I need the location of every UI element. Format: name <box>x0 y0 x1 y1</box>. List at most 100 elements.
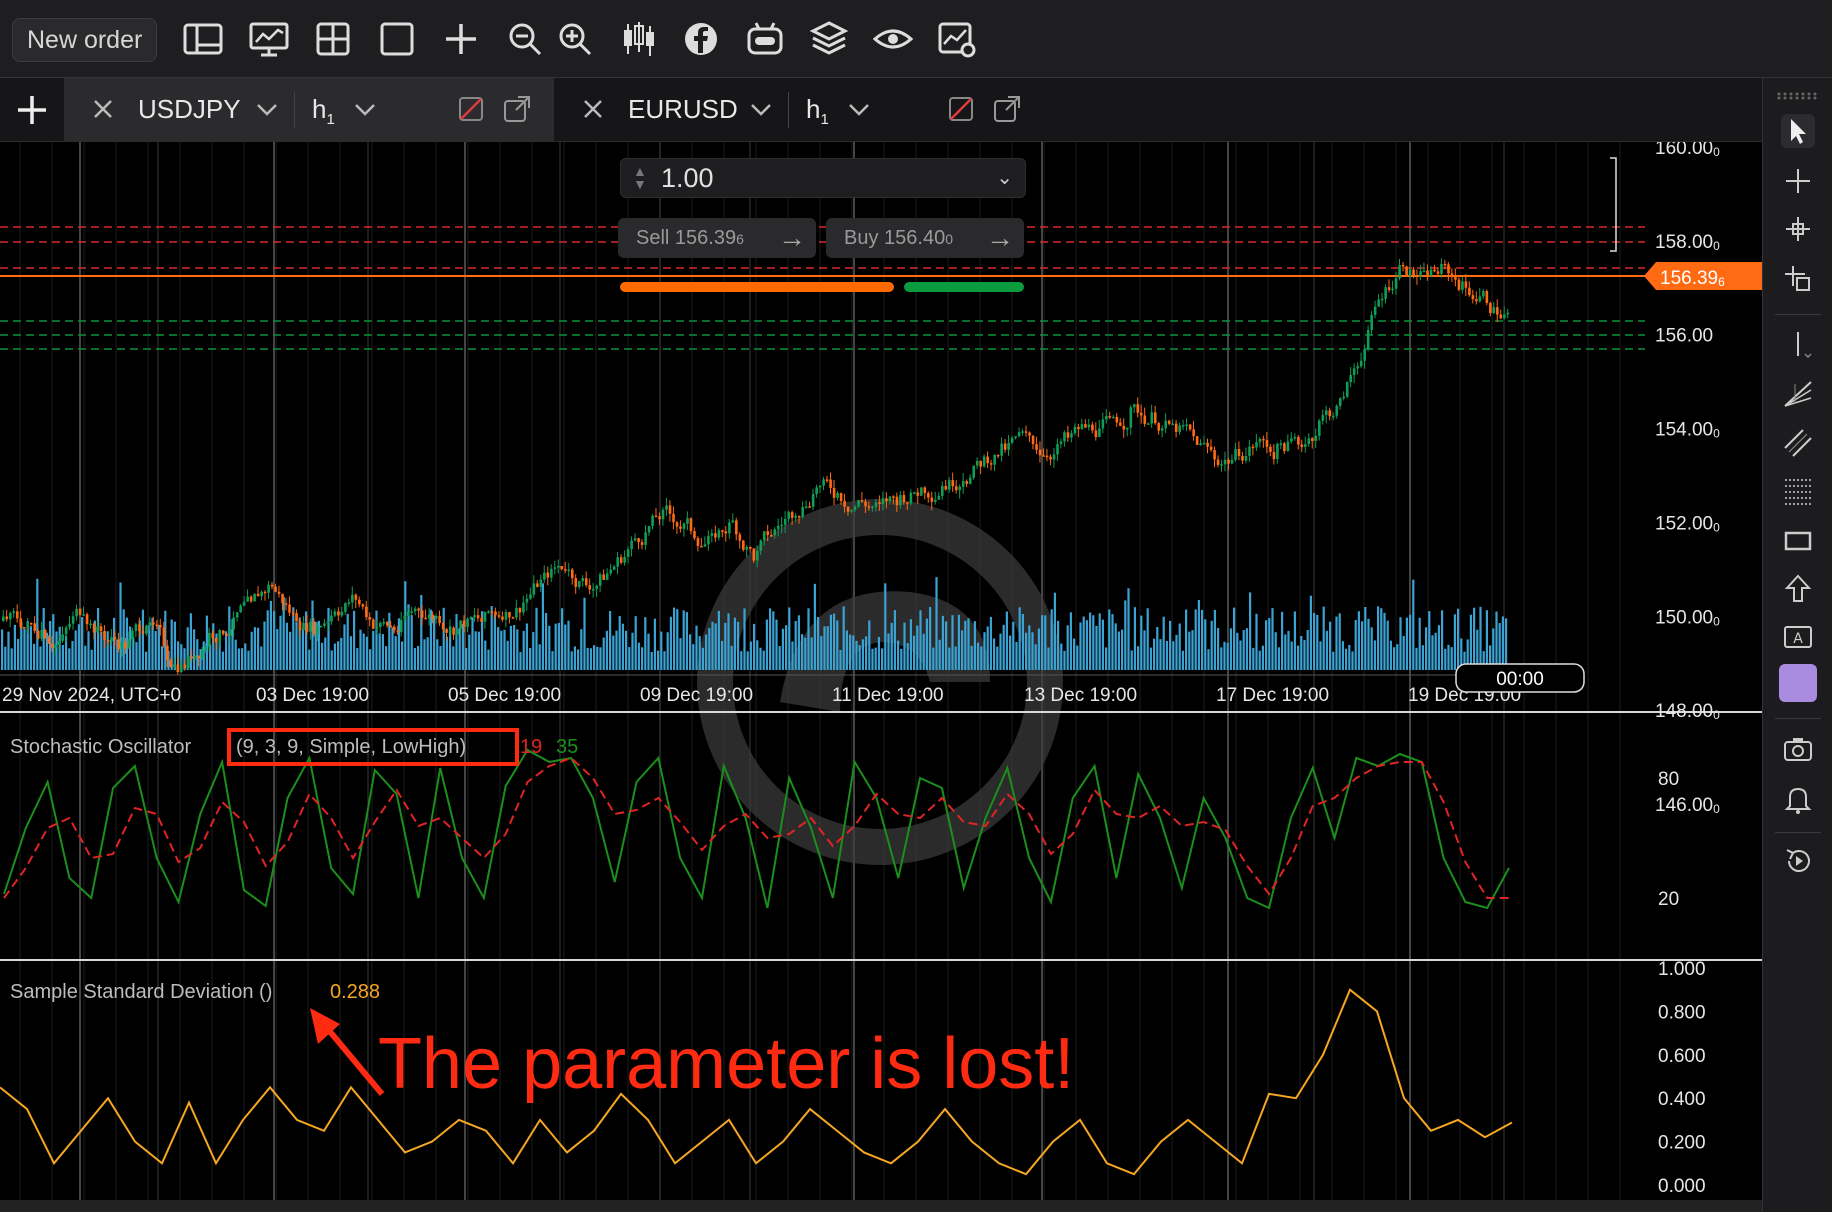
candlestick-icon[interactable] <box>618 18 660 60</box>
volume-bar <box>621 623 624 670</box>
open-external-icon[interactable] <box>990 92 1024 126</box>
candle-body <box>431 614 434 619</box>
fibonacci-retracement-icon[interactable] <box>1781 474 1815 508</box>
candle-body <box>61 634 64 641</box>
ruler-measure-icon[interactable] <box>1781 262 1815 296</box>
candle-body <box>1321 415 1325 421</box>
volume-bar <box>855 640 858 670</box>
candle-body <box>626 549 630 558</box>
tab-timeframe[interactable]: h1 <box>806 94 829 128</box>
magnet-crosshair-icon[interactable] <box>1781 212 1815 246</box>
no-trading-icon[interactable] <box>944 92 978 126</box>
stochastic-d-value: 35 <box>556 736 578 758</box>
volume-bar <box>506 640 509 670</box>
text-label-icon[interactable]: A <box>1781 620 1815 654</box>
volume-bar <box>1367 618 1370 670</box>
close-icon[interactable] <box>86 92 120 126</box>
chevron-down-icon[interactable] <box>348 92 382 126</box>
candle-body <box>707 535 710 545</box>
square-icon[interactable] <box>376 18 418 60</box>
plus-icon[interactable] <box>440 18 482 60</box>
zoom-in-icon[interactable] <box>554 18 596 60</box>
candle-body <box>424 617 427 620</box>
chevron-down-icon[interactable] <box>744 92 778 126</box>
volume-bar <box>1415 647 1418 670</box>
volume-bar <box>122 609 125 670</box>
candle-body <box>937 495 941 500</box>
camera-icon[interactable] <box>1781 732 1815 766</box>
replay-icon[interactable] <box>1781 844 1815 878</box>
parallel-channel-icon[interactable] <box>1781 426 1815 460</box>
time-tick-label: 11 Dec 19:00 <box>832 685 944 706</box>
candle-body <box>1304 444 1307 447</box>
tab-eurusd[interactable]: EURUSD h1 <box>554 78 1034 142</box>
fib-fan-icon[interactable] <box>1781 376 1815 410</box>
candle-body <box>1209 446 1213 450</box>
drag-handle-icon[interactable] <box>1775 92 1821 100</box>
no-trading-icon[interactable] <box>454 92 488 126</box>
stepper-icon[interactable]: ▲ ▼ <box>633 164 647 191</box>
color-picker-swatch[interactable] <box>1779 664 1817 702</box>
vertical-line-icon[interactable] <box>1781 328 1815 362</box>
candle-body <box>1017 432 1021 437</box>
candle-body <box>595 585 599 589</box>
candle-body <box>1286 441 1290 452</box>
chart-area[interactable]: 160.000 158.000 154.000 152.000 150.000 148.0… <box>0 142 1762 1212</box>
chevron-down-icon[interactable] <box>250 92 284 126</box>
volume-bar <box>919 610 922 670</box>
candle-body <box>522 602 525 613</box>
monitor-chart-icon[interactable] <box>248 18 290 60</box>
candle-body <box>577 581 581 587</box>
volume-bar <box>881 648 884 670</box>
volume-bar <box>711 621 714 670</box>
volume-bar <box>673 607 676 670</box>
candle-body <box>1499 314 1503 319</box>
volume-bar <box>1028 625 1031 670</box>
chevron-down-icon[interactable] <box>842 92 876 126</box>
chart-canvas[interactable]: 160.000 158.000 154.000 152.000 150.000 148.0… <box>0 142 1762 1212</box>
crosshair-icon[interactable] <box>1781 164 1815 198</box>
robot-icon[interactable] <box>744 18 786 60</box>
facebook-icon[interactable] <box>680 18 722 60</box>
candle-body <box>274 586 277 592</box>
volume-bar <box>586 647 589 670</box>
layers-icon[interactable] <box>808 18 850 60</box>
volume-bar <box>596 646 599 670</box>
volume-bar <box>1249 592 1252 670</box>
volume-bar <box>1287 630 1290 670</box>
cursor-arrow-icon[interactable] <box>1781 114 1815 148</box>
volume-bar <box>29 626 32 670</box>
close-icon[interactable] <box>576 92 610 126</box>
sell-button[interactable]: Sell 156.396 → <box>618 218 816 258</box>
tab-usdjpy[interactable]: USDJPY h1 <box>64 78 554 142</box>
bell-alert-icon[interactable] <box>1781 782 1815 816</box>
volume-bar <box>1140 615 1143 670</box>
volume-bar <box>4 646 7 670</box>
candle-body <box>351 594 354 603</box>
candle-body <box>1202 442 1206 445</box>
open-external-icon[interactable] <box>500 92 534 126</box>
chart-settings-icon[interactable] <box>936 18 978 60</box>
volume-bar <box>503 629 506 670</box>
zoom-out-icon[interactable] <box>504 18 546 60</box>
grid-icon[interactable] <box>312 18 354 60</box>
arrow-up-icon[interactable] <box>1781 572 1815 606</box>
volume-bar <box>669 616 672 670</box>
new-order-button[interactable]: New order <box>12 18 158 62</box>
candle-body <box>853 506 857 510</box>
volume-bar <box>1037 628 1040 670</box>
candle-body <box>197 655 201 659</box>
candle-body <box>581 578 585 582</box>
add-tab-button[interactable] <box>0 78 64 142</box>
candle-body <box>96 626 99 633</box>
tab-timeframe[interactable]: h1 <box>312 94 335 128</box>
quantity-input[interactable]: ▲ ▼ 1.00 ⌄ <box>620 158 1026 198</box>
layout-icon[interactable] <box>182 18 224 60</box>
buy-button[interactable]: Buy 156.400 → <box>826 218 1024 258</box>
volume-bar <box>1437 625 1440 670</box>
chevron-down-icon[interactable]: ⌄ <box>996 165 1013 190</box>
volume-bar <box>205 615 208 670</box>
eye-icon[interactable] <box>872 18 914 60</box>
rectangle-icon[interactable] <box>1781 524 1815 558</box>
candle-body <box>518 607 522 613</box>
